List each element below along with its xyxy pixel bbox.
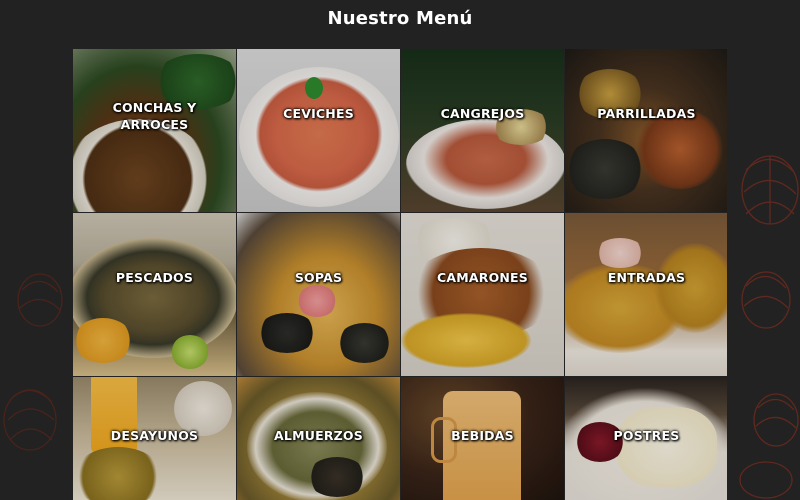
menu-item-label: BEBIDAS: [451, 428, 514, 443]
menu-item-label: POSTRES: [613, 428, 680, 443]
menu-item-label: ENTRADAS: [607, 270, 686, 285]
menu-item-label: CANGREJOS: [440, 106, 525, 121]
menu-page: Nuestro Menú CONCHAS Y ARROCES CEVICHES: [0, 0, 800, 500]
menu-item-label: CAMARONES: [436, 270, 528, 285]
menu-item-label: CEVICHES: [283, 106, 354, 121]
menu-item-postres[interactable]: POSTRES: [565, 377, 727, 500]
menu-item-label: ALMUERZOS: [274, 428, 363, 443]
menu-item-almuerzos[interactable]: ALMUERZOS: [237, 377, 400, 500]
menu-item-cangrejos[interactable]: CANGREJOS: [401, 49, 564, 212]
shell-decoration-right: [739, 155, 799, 499]
menu-item-pescados[interactable]: PESCADOS: [73, 213, 236, 376]
menu-item-label: CONCHAS Y ARROCES: [112, 100, 197, 132]
menu-item-label: PESCADOS: [115, 270, 194, 285]
menu-item-label: PARRILLADAS: [597, 106, 696, 121]
menu-item-ceviches[interactable]: CEVICHES: [237, 49, 400, 212]
page-title: Nuestro Menú: [327, 8, 473, 29]
menu-item-desayunos[interactable]: DESAYUNOS: [73, 377, 236, 500]
menu-item-label: SOPAS: [294, 270, 343, 285]
menu-item-parrilladas[interactable]: PARRILLADAS: [565, 49, 727, 212]
menu-item-entradas[interactable]: ENTRADAS: [565, 213, 727, 376]
menu-item-sopas[interactable]: SOPAS: [237, 213, 400, 376]
menu-item-label: DESAYUNOS: [110, 428, 199, 443]
shell-decoration-left: [3, 273, 63, 451]
menu-item-camarones[interactable]: CAMARONES: [401, 213, 564, 376]
menu-item-bebidas[interactable]: BEBIDAS: [401, 377, 564, 500]
menu-item-conchas-y-arroces[interactable]: CONCHAS Y ARROCES: [73, 49, 236, 212]
menu-grid: CONCHAS Y ARROCES CEVICHES CANGREJOS PAR…: [73, 49, 727, 500]
